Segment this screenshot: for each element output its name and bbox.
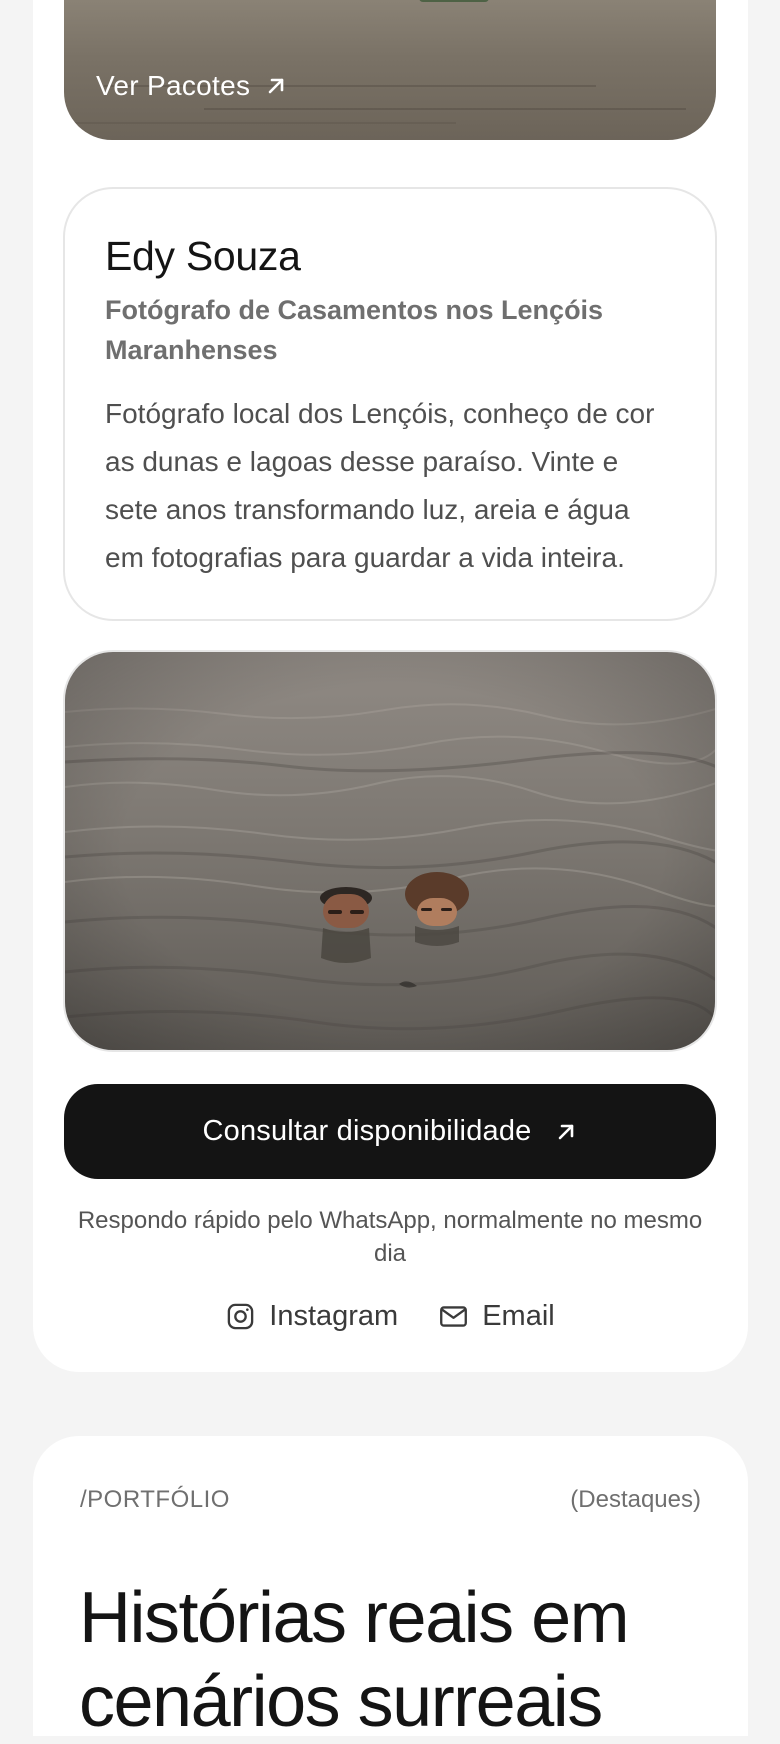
whatsapp-reply-note: Respondo rápido pelo WhatsApp, normalmen…	[77, 1207, 703, 1267]
sand-texture	[204, 108, 686, 110]
portfolio-heading: Histórias reais em cenários surreais	[79, 1578, 630, 1742]
instagram-icon	[227, 1303, 254, 1330]
arrow-up-right-icon	[558, 1124, 573, 1139]
check-availability-button[interactable]: Consultar disponibilidade	[64, 1084, 716, 1179]
email-label: Email	[482, 1300, 555, 1332]
hero-figure-shape	[419, 0, 489, 2]
photographer-role: Fotógrafo de Casamentos nos Lençóis Mara…	[105, 295, 604, 365]
instagram-link[interactable]: Instagram	[225, 1300, 398, 1333]
instagram-label: Instagram	[269, 1300, 399, 1332]
couple-in-lagoon-photo	[63, 650, 717, 1052]
check-availability-label: Consultar disponibilidade	[202, 1115, 532, 1147]
view-packages-link[interactable]: Ver Pacotes	[96, 70, 288, 102]
portfolio-eyebrow: /PORTFÓLIO	[80, 1486, 230, 1513]
view-packages-label: Ver Pacotes	[96, 70, 251, 101]
arrow-up-right-icon	[268, 78, 284, 94]
couple-photo-illustration	[65, 652, 715, 1050]
social-links: Instagram Email	[0, 1300, 780, 1333]
mail-icon	[440, 1306, 468, 1327]
photographer-bio-card: Edy Souza Fotógrafo de Casamentos nos Le…	[63, 187, 717, 621]
hero-dunes-image[interactable]: Ver Pacotes	[64, 0, 716, 140]
photographer-description: Fotógrafo local dos Lençóis, conheço de …	[105, 398, 655, 573]
photographer-name: Edy Souza	[105, 233, 301, 279]
email-link[interactable]: Email	[438, 1300, 555, 1333]
portfolio-section: /PORTFÓLIO (Destaques) Histórias reais e…	[33, 1436, 748, 1742]
portfolio-highlights-tag: (Destaques)	[570, 1486, 701, 1513]
sand-texture	[74, 122, 456, 124]
